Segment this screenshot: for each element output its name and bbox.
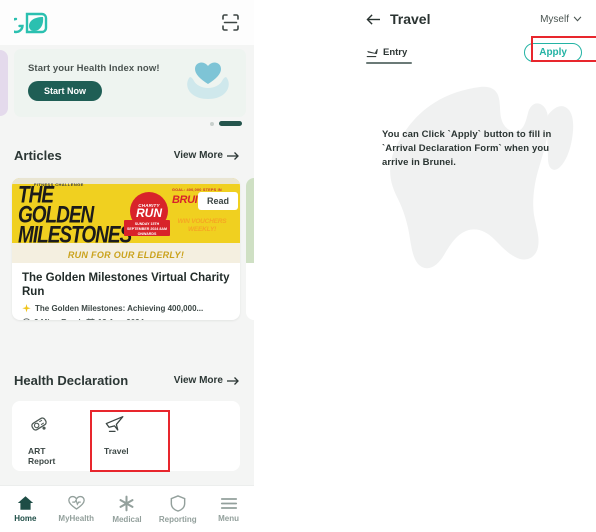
screenshot-root: Start your Health Index now! Start Now A… [0,0,596,532]
carousel-indicators [0,118,254,130]
poster-brunei-text: BRUI [172,194,198,206]
articles-section: Articles View More FITNESS CHALLENGE THE… [0,148,254,320]
article-title: The Golden Milestones Virtual Charity Ru… [22,272,230,298]
banner-text: Start your Health Index now! [28,63,160,74]
health-declaration-header: Health Declaration View More [0,373,254,388]
nav-item-menu-label: Menu [218,513,240,523]
article-subtitle-row: The Golden Milestones: Achieving 400,000… [22,304,230,313]
back-button[interactable]: Travel [366,11,430,27]
nav-item-medical[interactable]: Medical [103,495,151,524]
article-meta-row: 2 Mins Read 13 Aug 2024 [22,318,230,320]
arrow-right-icon [227,151,239,160]
carousel-dot-2-active[interactable] [219,121,242,126]
travel-screen-panel: Travel Myself Entry Apply You can Click … [352,0,596,532]
poster-headline: THE GOLDEN MILESTONES [18,182,132,249]
nav-item-menu[interactable]: Menu [205,496,253,523]
health-declaration-title: Health Declaration [14,373,129,388]
health-declaration-section: Health Declaration View More ART Report … [0,373,254,471]
arrow-right-icon [227,376,239,385]
articles-view-more-label: View More [173,150,223,161]
start-now-button[interactable]: Start Now [28,81,103,101]
tile-travel[interactable]: Travel [92,409,166,465]
person-selector-label: Myself [540,13,569,25]
page-title: Travel [390,11,431,27]
brunei-map-silhouette [352,55,596,355]
nav-item-myhealth[interactable]: MyHealth [52,495,100,523]
shield-icon [170,494,186,512]
tab-entry[interactable]: Entry [366,46,407,59]
home-icon [17,496,34,510]
nav-item-reporting[interactable]: Reporting [154,494,202,524]
poster-footer-text: RUN FOR OUR ELDERLY! [67,250,185,260]
health-index-banner-carousel: Start your Health Index now! Start Now [0,45,254,125]
tab-entry-underline [366,62,412,64]
heart-in-hands-icon [182,55,234,110]
apply-button[interactable]: Apply [524,42,582,62]
article-date: 13 Aug 2024 [85,318,144,320]
articles-section-header: Articles View More [0,148,254,163]
calendar-icon [85,318,95,320]
hamburger-menu-icon [220,497,237,509]
health-index-banner-card[interactable]: Start your Health Index now! Start Now [14,49,246,117]
articles-title: Articles [14,148,62,163]
clock-icon [23,318,30,320]
plane-landing-icon [366,48,378,57]
arrow-left-icon [366,13,380,25]
tab-entry-label: Entry [383,46,408,58]
nav-item-home-label: Home [14,514,37,523]
article-subtitle: The Golden Milestones: Achieving 400,000… [35,304,204,313]
test-kit-icon [28,413,50,440]
asterisk-icon [120,495,134,511]
article-poster-image: FITNESS CHALLENGE THE GOLDEN MILESTONES … [12,178,240,263]
carousel-dot-1[interactable] [210,122,214,126]
article-read-button[interactable]: Read [198,192,239,210]
articles-view-more-link[interactable]: View More [174,150,240,161]
airplane-icon [104,413,126,440]
sparkle-icon [22,304,31,313]
bruhealth-leaf-logo [14,12,48,34]
bottom-navigation-bar: Home MyHealth Medical Reporting Menu [0,485,254,532]
poster-voucher-text: WIN VOUCHERS WEEKLY! [177,218,227,233]
qr-scan-icon[interactable] [221,13,240,32]
chevron-down-icon [573,16,582,22]
nav-item-reporting-label: Reporting [158,514,197,524]
nav-item-medical-label: Medical [112,514,142,524]
home-screen-panel: Start your Health Index now! Start Now A… [0,0,254,532]
article-read-time: 2 Mins Read [22,318,81,320]
article-body: The Golden Milestones Virtual Charity Ru… [12,263,240,320]
health-declaration-view-more-label: View More [173,375,223,386]
person-selector-dropdown[interactable]: Myself [540,14,582,25]
heart-pulse-icon [67,495,85,510]
poster-date-chip: SUNDAY 15TH SEPTEMBER 2024 8AM ONWARDS [124,220,170,236]
nav-item-myhealth-label: MyHealth [58,514,94,523]
carousel-prev-card-edge[interactable] [0,50,8,116]
tile-art-report[interactable]: ART Report [16,409,90,465]
tile-travel-label: Travel [104,446,129,456]
health-declaration-view-more-link[interactable]: View More [174,375,240,386]
travel-header: Travel Myself [352,0,596,38]
health-declaration-tiles: ART Report Travel [12,401,240,471]
article-card[interactable]: FITNESS CHALLENGE THE GOLDEN MILESTONES … [12,178,240,320]
poster-run-badge-main: RUN [136,206,162,220]
article-card-next-peek[interactable] [246,178,254,320]
nav-item-home[interactable]: Home [1,495,49,523]
app-header [0,0,254,45]
tile-art-report-label: ART Report [28,446,56,466]
instruction-note: You can Click `Apply` button to fill in … [382,129,552,168]
